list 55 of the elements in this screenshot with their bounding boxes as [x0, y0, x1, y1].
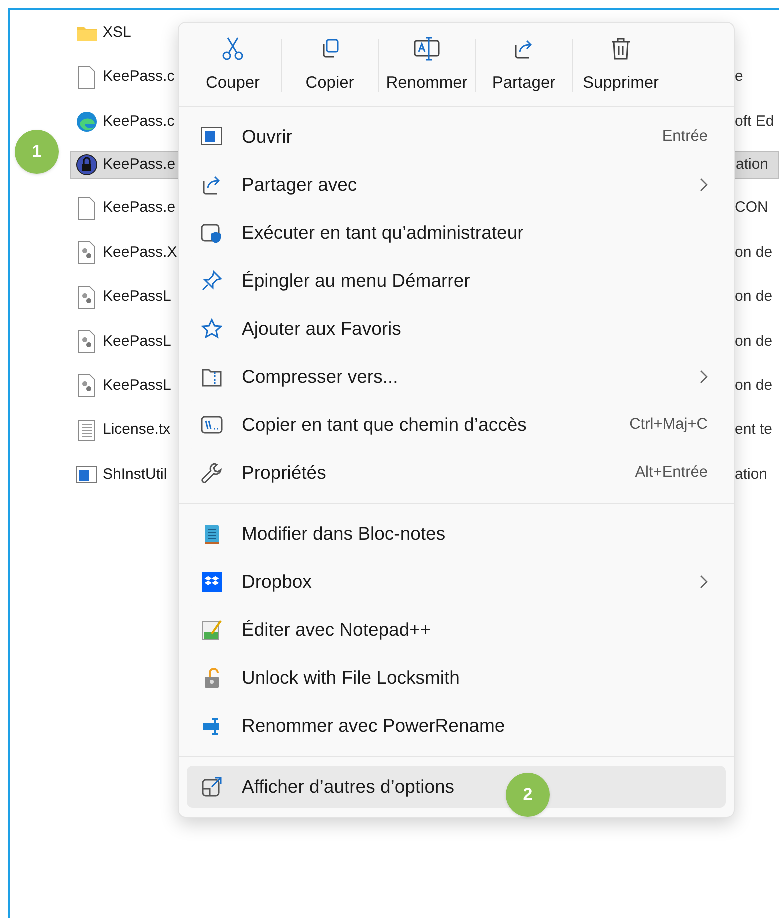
wrench-icon [201, 462, 223, 484]
file-name: KeePass.e [103, 155, 176, 176]
toolbar-button[interactable]: Couper [185, 35, 281, 96]
config-file-icon [78, 330, 96, 354]
config-file-icon [78, 286, 96, 310]
shortcut-text: Ctrl+Maj+C [630, 415, 708, 436]
star-icon [201, 318, 223, 340]
file-type: on de [735, 287, 773, 308]
file-name: KeePass.X [103, 242, 178, 263]
trash-icon [611, 38, 631, 60]
file-name: KeePassL [103, 376, 172, 396]
file-type: oft Ed [735, 112, 774, 132]
lock-icon [76, 154, 98, 176]
shield-window-icon [201, 222, 223, 244]
file-name: License.tx [103, 420, 171, 440]
file-name: KeePass.c [103, 67, 175, 88]
scissors-icon [222, 37, 244, 61]
file-name: KeePassL [103, 332, 172, 352]
file-type: e [735, 67, 744, 88]
file-name: KeePass.c [103, 112, 175, 132]
toolbar-button[interactable]: Copier [282, 35, 378, 96]
file-name: ShInstUtil [103, 464, 168, 485]
document-icon [78, 66, 96, 90]
open-external-icon [201, 776, 223, 798]
rename-icon [414, 37, 440, 61]
config-file-icon [78, 241, 96, 266]
path-icon [201, 414, 223, 436]
file-type: on de [735, 332, 773, 352]
text-file-icon [78, 420, 96, 442]
shortcut-text: Alt+Entrée [635, 463, 708, 484]
file-type: ation [735, 464, 768, 485]
document-icon [78, 196, 96, 221]
file-name: XSL [103, 22, 132, 43]
file-type: ent te [735, 420, 773, 440]
file-name: KeePass.e [103, 198, 176, 218]
pin-icon [201, 270, 223, 292]
browser-icon [76, 110, 98, 133]
config-file-icon [78, 374, 96, 398]
file-type: on de [735, 242, 773, 263]
file-type: ation [736, 155, 769, 176]
toolbar-button[interactable]: Partager [476, 35, 572, 96]
toolbar-button[interactable]: Supprimer [573, 35, 669, 96]
file-type: CON [735, 198, 768, 218]
shortcut-text: Entrée [662, 127, 708, 148]
folder-icon [76, 24, 98, 42]
file-name: KeePassL [103, 287, 172, 308]
share-icon [201, 174, 223, 196]
share-icon [513, 38, 535, 60]
app-window-icon [76, 466, 98, 484]
toolbar-button[interactable]: Renommer [379, 35, 475, 96]
dropbox-icon [201, 570, 223, 593]
file-type: on de [735, 376, 773, 396]
notepad-plus-icon [201, 618, 223, 641]
open-window-icon [201, 126, 223, 148]
callout-badge: 1 [15, 130, 59, 174]
